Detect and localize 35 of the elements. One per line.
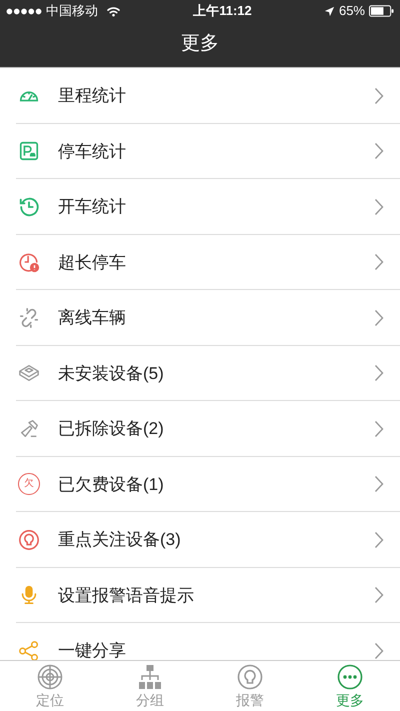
menu-item[interactable]: 停车统计 bbox=[0, 124, 400, 179]
menu-item[interactable]: 离线车辆 bbox=[0, 290, 400, 346]
menu-item[interactable]: 未安装设备(5) bbox=[0, 346, 400, 401]
chevron-right-icon bbox=[374, 308, 384, 327]
battery-percent: 65% bbox=[338, 2, 365, 20]
page-title: 更多 bbox=[181, 32, 219, 56]
lightbulb-icon bbox=[237, 664, 263, 690]
hierarchy-icon bbox=[137, 664, 163, 690]
chevron-right-icon bbox=[374, 420, 384, 438]
chevron-right-icon bbox=[374, 530, 384, 549]
menu-item[interactable]: 超长停车 bbox=[0, 234, 400, 290]
chevron-right-icon bbox=[374, 586, 384, 604]
location-arrow-icon bbox=[324, 6, 335, 16]
chevron-right-icon bbox=[374, 86, 384, 105]
menu-item[interactable]: 里程统计 bbox=[0, 68, 400, 124]
target-icon bbox=[37, 664, 63, 690]
chevron-right-icon bbox=[374, 475, 384, 494]
menu-item[interactable]: 已拆除设备(2) bbox=[0, 401, 400, 456]
carrier-text: 中国移动 bbox=[46, 2, 98, 20]
signal-icon bbox=[6, 8, 42, 14]
chevron-right-icon bbox=[374, 253, 384, 272]
menu-item[interactable]: 欠 已欠费设备(1) bbox=[0, 456, 400, 512]
text-circle-icon: 欠 bbox=[18, 473, 40, 496]
chevron-right-icon bbox=[374, 642, 384, 660]
chevron-right-icon bbox=[374, 198, 384, 216]
tab[interactable]: 更多 bbox=[300, 661, 400, 711]
menu-item[interactable]: 设置报警语音提示 bbox=[0, 568, 400, 623]
wifi-icon bbox=[106, 6, 121, 16]
more-icon bbox=[337, 664, 363, 690]
menu-item[interactable]: 开车统计 bbox=[0, 179, 400, 234]
time-text: 上午11:12 bbox=[193, 3, 252, 18]
menu-item[interactable]: 重点关注设备(3) bbox=[0, 512, 400, 568]
battery-icon bbox=[369, 5, 394, 17]
chevron-right-icon bbox=[374, 364, 384, 382]
chevron-right-icon bbox=[374, 142, 384, 160]
